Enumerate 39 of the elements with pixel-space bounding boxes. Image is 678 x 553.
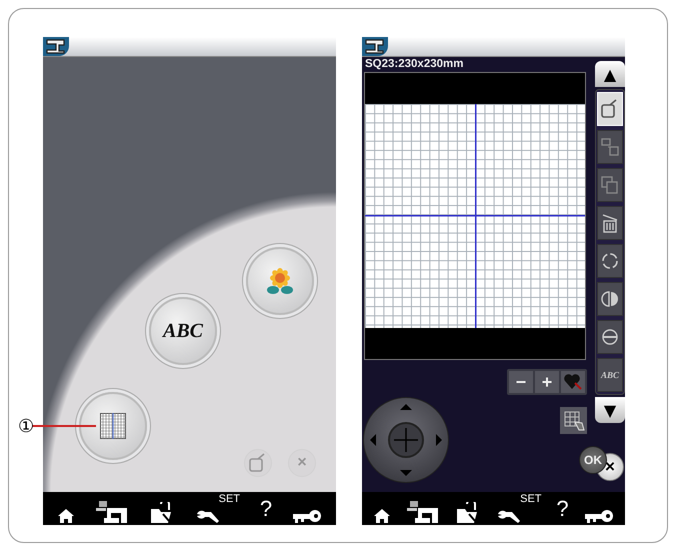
home-icon	[373, 508, 392, 524]
flip-h-button[interactable]	[597, 282, 623, 316]
flip-vertical-icon	[600, 327, 620, 347]
set-label: SET	[218, 494, 240, 504]
grid-icon	[100, 413, 126, 439]
flip-horizontal-icon	[600, 289, 620, 309]
home-icon	[56, 508, 75, 524]
flower-icon	[265, 266, 295, 296]
help-label: ?	[260, 498, 272, 520]
grid-hand-button[interactable]	[560, 407, 587, 434]
callout-number: ①	[18, 416, 34, 437]
copy-button[interactable]	[597, 168, 623, 202]
delete-button[interactable]	[597, 206, 623, 240]
grid-hand-icon	[562, 410, 584, 432]
rotate-icon	[600, 251, 620, 271]
ok-button[interactable]: OK	[579, 446, 607, 474]
flip-v-button[interactable]	[597, 320, 623, 354]
leader-line	[32, 425, 96, 426]
heart-cursor-icon	[563, 373, 583, 391]
settings-button[interactable]: SET	[194, 494, 240, 524]
settings-button[interactable]: SET	[496, 494, 542, 524]
trash-icon	[600, 213, 620, 233]
group-button[interactable]	[597, 130, 623, 164]
zoom-out-button[interactable]: −	[509, 371, 533, 393]
heart-button[interactable]	[561, 371, 585, 393]
wrench-icon	[194, 508, 221, 524]
help-button[interactable]: ?	[556, 494, 569, 524]
zoom-in-button[interactable]: +	[535, 371, 559, 393]
hoop-size-label: SQ23:230x230mm	[364, 57, 464, 72]
group-arrows-icon	[600, 137, 620, 157]
scroll-up-button[interactable]: ▲	[595, 61, 625, 87]
rotate-button[interactable]	[597, 244, 623, 278]
help-button[interactable]: ?	[260, 494, 272, 524]
copy-icon	[600, 175, 620, 195]
arc-text-button[interactable]: ABC	[597, 358, 623, 392]
scroll-down-button[interactable]: ▼	[595, 397, 625, 423]
help-label: ?	[556, 498, 569, 520]
set-label: SET	[520, 494, 542, 504]
wrench-icon	[496, 508, 522, 524]
